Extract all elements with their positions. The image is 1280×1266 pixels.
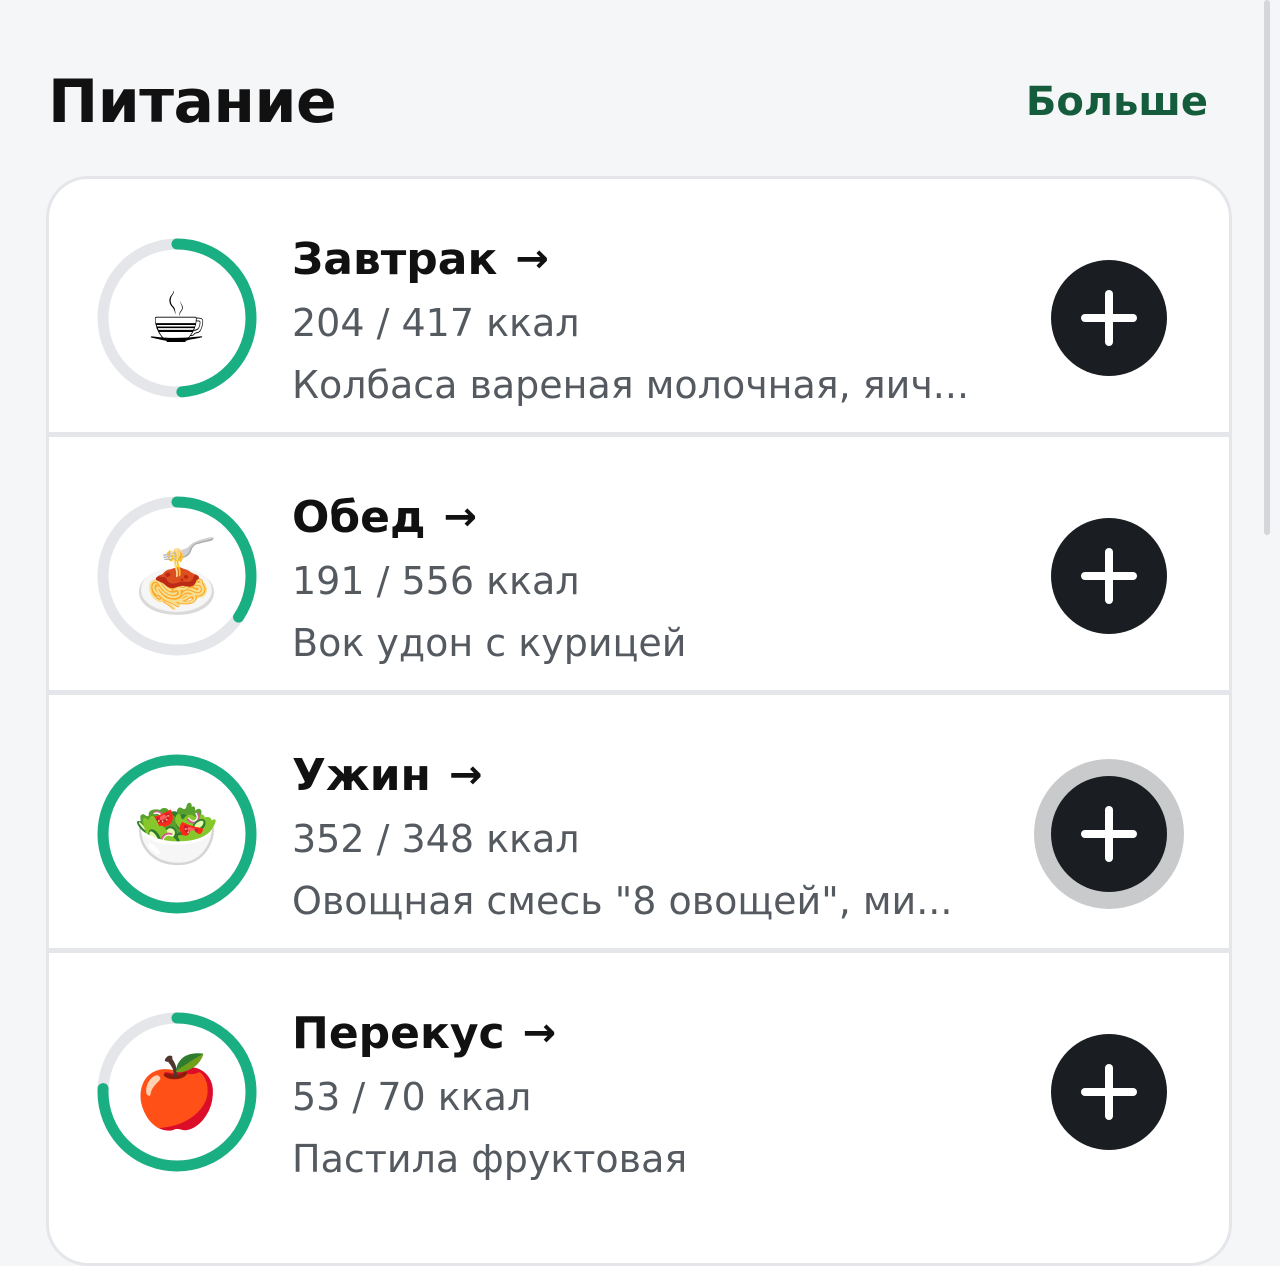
meal-info: Ужин → 352 / 348 ккал Овощная смесь "8 о… <box>292 747 1012 925</box>
add-food-button[interactable] <box>1051 1034 1167 1150</box>
add-food-button[interactable] <box>1051 776 1167 892</box>
meal-name: Ужин <box>292 749 431 801</box>
calorie-progress-ring: 🥗 <box>94 751 260 917</box>
meal-row-lunch[interactable]: 🍝 Обед → 191 / 556 ккал Вок удон с куриц… <box>49 437 1229 695</box>
meal-info: Перекус → 53 / 70 ккал Пастила фруктовая <box>292 1005 1012 1183</box>
meal-calories: 53 / 70 ккал <box>292 1075 532 1119</box>
calorie-progress-ring: ☕ <box>94 235 260 401</box>
scrollbar[interactable] <box>1264 0 1270 535</box>
meal-foods: Пастила фруктовая <box>292 1137 688 1181</box>
calorie-progress-ring: 🍎 <box>94 1009 260 1175</box>
meal-calories: 204 / 417 ккал <box>292 301 580 345</box>
meal-foods: Вок удон с курицей <box>292 621 687 665</box>
salad-bowl-icon: 🥗 <box>133 793 221 875</box>
plus-icon <box>1081 806 1137 862</box>
plus-icon <box>1081 548 1137 604</box>
meal-calories: 191 / 556 ккал <box>292 559 580 603</box>
meal-foods: Колбаса вареная молочная, яич... <box>292 363 970 407</box>
page-title: Питание <box>48 67 337 137</box>
meal-info: Завтрак → 204 / 417 ккал Колбаса вареная… <box>292 231 1012 409</box>
meal-foods: Овощная смесь "8 овощей", ми... <box>292 879 953 923</box>
arrow-right-icon: → <box>522 1010 557 1056</box>
meal-name: Перекус <box>292 1007 505 1059</box>
noodle-bowl-icon: 🍝 <box>133 535 221 617</box>
plus-icon <box>1081 290 1137 346</box>
more-link[interactable]: Больше <box>1026 79 1208 125</box>
meal-info: Обед → 191 / 556 ккал Вок удон с курицей <box>292 489 1012 667</box>
arrow-right-icon: → <box>443 494 478 540</box>
plus-icon <box>1081 1064 1137 1120</box>
section-header: Питание Больше <box>48 62 1208 142</box>
add-food-button[interactable] <box>1051 260 1167 376</box>
meal-row-dinner[interactable]: 🥗 Ужин → 352 / 348 ккал Овощная смесь "8… <box>49 695 1229 953</box>
add-food-button[interactable] <box>1051 518 1167 634</box>
arrow-right-icon: → <box>515 236 549 282</box>
apple-icon: 🍎 <box>133 1051 221 1133</box>
meal-calories: 352 / 348 ккал <box>292 817 580 861</box>
arrow-right-icon: → <box>448 752 483 798</box>
meals-card: ☕ Завтрак → 204 / 417 ккал Колбаса варен… <box>46 176 1232 1266</box>
meal-name: Обед <box>292 491 426 543</box>
meal-row-breakfast[interactable]: ☕ Завтрак → 204 / 417 ккал Колбаса варен… <box>49 179 1229 437</box>
coffee-cup-icon: ☕ <box>145 277 209 359</box>
meal-name: Завтрак <box>292 233 498 285</box>
calorie-progress-ring: 🍝 <box>94 493 260 659</box>
meal-row-snack[interactable]: 🍎 Перекус → 53 / 70 ккал Пастила фруктов… <box>49 953 1229 1211</box>
